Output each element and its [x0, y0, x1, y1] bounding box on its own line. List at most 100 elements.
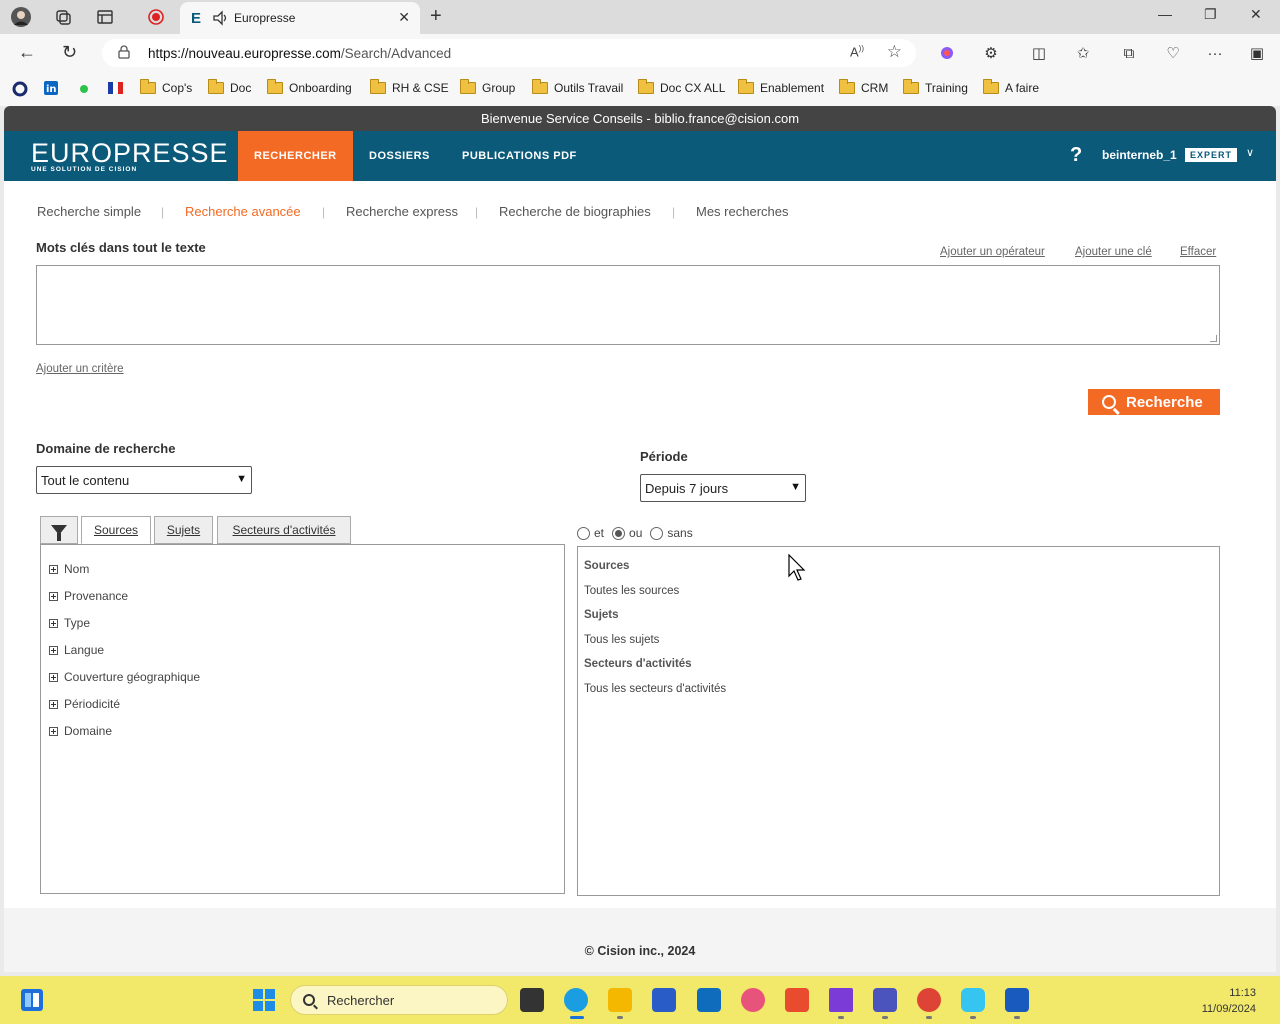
bookmark-folder[interactable]: Onboarding: [267, 79, 352, 95]
tab-secteurs[interactable]: Secteurs d'activités: [217, 516, 351, 544]
bookmark-folder[interactable]: Doc CX ALL: [638, 79, 725, 95]
speaker-icon[interactable]: [212, 10, 230, 26]
expand-icon[interactable]: [49, 672, 58, 682]
task-view-icon[interactable]: [520, 988, 544, 1012]
tree-item[interactable]: Nom: [49, 562, 89, 576]
expand-icon[interactable]: [49, 726, 58, 736]
subnav-mes-recherches[interactable]: Mes recherches: [696, 204, 788, 219]
favorites-icon[interactable]: ✩: [1072, 42, 1094, 64]
subnav-separator: |: [672, 205, 676, 219]
tree-item[interactable]: Type: [49, 616, 90, 630]
radio-et[interactable]: [577, 526, 590, 540]
europresse-logo[interactable]: EUROPRESSE UNE SOLUTION DE CISION: [31, 140, 229, 174]
subnav-recherche-simple[interactable]: Recherche simple: [37, 204, 141, 219]
close-window-icon[interactable]: ✕: [1250, 6, 1262, 23]
period-select[interactable]: Depuis 7 jours ▼: [640, 474, 806, 502]
widgets-icon[interactable]: [20, 988, 44, 1012]
windows-start-icon[interactable]: [252, 988, 276, 1012]
radio-sans[interactable]: [650, 526, 664, 540]
bookmark-folder[interactable]: Outils Travail: [532, 79, 623, 95]
username[interactable]: beinterneb_1: [1102, 148, 1177, 162]
teams-icon[interactable]: [873, 988, 897, 1012]
new-tab-icon[interactable]: +: [430, 5, 442, 28]
slack-icon[interactable]: [961, 988, 985, 1012]
add-operator-link[interactable]: Ajouter un opérateur: [940, 246, 1045, 258]
restore-icon[interactable]: ❐: [1204, 6, 1217, 23]
system-clock[interactable]: 11:13 11/09/2024: [1202, 985, 1256, 1017]
back-icon[interactable]: ←: [18, 42, 36, 63]
france-flag-icon[interactable]: [108, 81, 124, 95]
bookmark-folder[interactable]: Training: [903, 79, 968, 95]
nav-rechercher[interactable]: RECHERCHER: [238, 131, 353, 181]
file-explorer-icon[interactable]: [608, 988, 632, 1012]
microsoft-store-icon[interactable]: [652, 988, 676, 1012]
address-bar[interactable]: https://nouveau.europresse.com/Search/Ad…: [102, 39, 916, 67]
tab-actions-icon[interactable]: [94, 6, 116, 28]
snagit-icon[interactable]: [785, 988, 809, 1012]
add-criterion-link[interactable]: Ajouter un critère: [36, 363, 124, 375]
bookmark-folder[interactable]: Group: [460, 79, 515, 95]
word-icon[interactable]: [1005, 988, 1029, 1012]
split-screen-icon[interactable]: ◫: [1028, 42, 1050, 64]
nav-dossiers[interactable]: DOSSIERS: [353, 131, 446, 181]
green-dot-icon[interactable]: [79, 81, 89, 95]
tree-item[interactable]: Domaine: [49, 724, 112, 738]
outlook-icon[interactable]: [697, 988, 721, 1012]
read-aloud-icon[interactable]: A)): [850, 44, 864, 59]
nav-publications-pdf[interactable]: PUBLICATIONS PDF: [446, 131, 593, 181]
collections-icon[interactable]: ⧉: [1118, 42, 1140, 64]
address-row: ← ↻ https://nouveau.europresse.com/Searc…: [0, 34, 1280, 72]
paint-icon[interactable]: [741, 988, 765, 1012]
tab-sujets[interactable]: Sujets: [154, 516, 213, 544]
tree-item[interactable]: Provenance: [49, 589, 128, 603]
tree-item[interactable]: Langue: [49, 643, 104, 657]
clear-link[interactable]: Effacer: [1180, 246, 1216, 258]
bookmark-folder[interactable]: RH & CSE: [370, 79, 449, 95]
bookmark-folder[interactable]: CRM: [839, 79, 888, 95]
chevron-down-icon[interactable]: ∨: [1246, 146, 1254, 159]
search-button[interactable]: Recherche: [1088, 389, 1220, 415]
workspaces-icon[interactable]: [52, 6, 74, 28]
taskbar-search[interactable]: Rechercher: [290, 985, 508, 1015]
expand-icon[interactable]: [49, 699, 58, 709]
linkedin-icon[interactable]: in: [44, 81, 58, 95]
bookmark-folder[interactable]: Cop's: [140, 79, 192, 95]
bookmark-folder[interactable]: A faire: [983, 79, 1039, 95]
expand-icon[interactable]: [49, 645, 58, 655]
domain-select[interactable]: Tout le contenu ▼: [36, 466, 252, 494]
favorite-star-icon[interactable]: ☆: [887, 42, 902, 62]
subnav-recherche-express[interactable]: Recherche express: [346, 204, 458, 219]
svg-text:in: in: [46, 84, 57, 95]
expand-icon[interactable]: [49, 564, 58, 574]
browser-essentials-icon[interactable]: ♡: [1162, 42, 1184, 64]
subnav-recherche-avancee[interactable]: Recherche avancée: [185, 204, 301, 219]
expand-icon[interactable]: [49, 618, 58, 628]
extensions-icon[interactable]: ⚙: [980, 42, 1002, 64]
profile-avatar[interactable]: [10, 6, 32, 28]
help-icon[interactable]: ?: [1070, 144, 1082, 167]
record-tab-icon[interactable]: [145, 6, 167, 28]
snipping-tool-icon[interactable]: [829, 988, 853, 1012]
reload-icon[interactable]: ↻: [62, 42, 77, 63]
radio-ou[interactable]: [612, 526, 626, 540]
chrome-icon[interactable]: [917, 988, 941, 1012]
tree-item[interactable]: Couverture géographique: [49, 670, 200, 684]
more-menu-icon[interactable]: ···: [1204, 42, 1226, 64]
edge-icon[interactable]: [564, 988, 588, 1012]
copilot-extension-icon[interactable]: [936, 42, 958, 64]
tree-item[interactable]: Périodicité: [49, 697, 120, 711]
add-key-link[interactable]: Ajouter une clé: [1075, 246, 1152, 258]
tab-close-icon[interactable]: ✕: [398, 9, 410, 26]
keywords-textarea[interactable]: [36, 265, 1220, 345]
bookmark-circle-icon[interactable]: [12, 81, 28, 97]
subnav-recherche-biographies[interactable]: Recherche de biographies: [499, 204, 651, 219]
folder-icon: [370, 79, 386, 94]
tab-europresse[interactable]: E Europresse ✕: [180, 2, 420, 34]
tab-sources[interactable]: Sources: [81, 516, 151, 544]
minimize-icon[interactable]: —: [1158, 6, 1172, 22]
bookmark-folder[interactable]: Enablement: [738, 79, 824, 95]
sidebar-toggle-icon[interactable]: ▣: [1246, 42, 1268, 64]
bookmark-folder[interactable]: Doc: [208, 79, 251, 95]
expand-icon[interactable]: [49, 591, 58, 601]
filter-tab[interactable]: [40, 516, 78, 544]
